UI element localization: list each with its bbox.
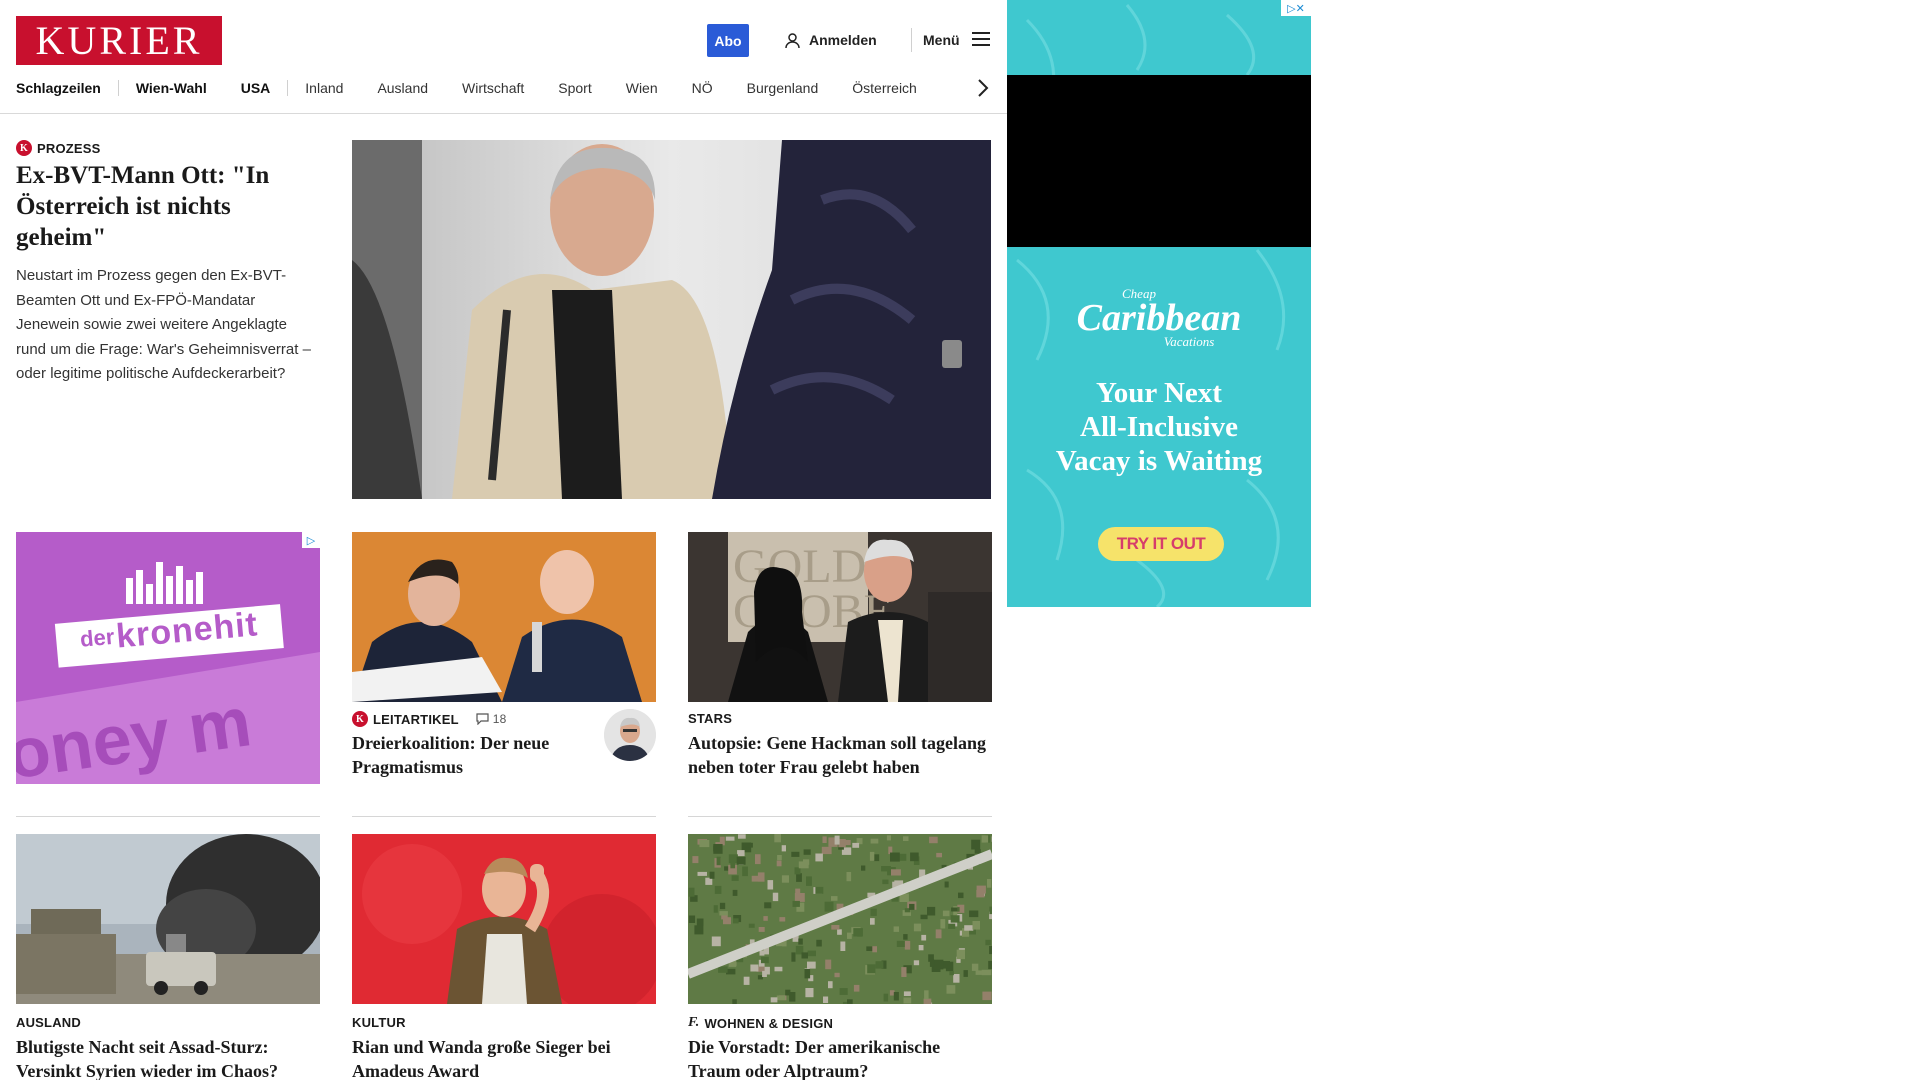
page: KURIER Abo Anmelden Menü Schlagzeilen Wi…	[0, 0, 1920, 1080]
login-button[interactable]: Anmelden	[784, 29, 877, 51]
card-image-vorstadt[interactable]	[688, 834, 992, 1004]
kurier-plus-icon: K	[16, 140, 32, 156]
lead-image[interactable]	[352, 140, 991, 499]
card-image-amadeus[interactable]	[352, 834, 656, 1004]
comment-icon	[476, 713, 489, 725]
chevron-right-icon[interactable]	[975, 78, 991, 98]
hamburger-icon	[971, 31, 990, 49]
caribbean-headline: Your Next All-Inclusive Vacay is Waiting	[1055, 377, 1263, 477]
nav-item-wien-wahl[interactable]: Wien-Wahl	[119, 80, 224, 96]
comment-count[interactable]: 18	[476, 712, 507, 726]
divider	[352, 816, 656, 817]
card-kicker-kultur[interactable]: KULTUR	[352, 1015, 406, 1030]
caribbean-ad[interactable]: ▷✕ Cheap Caribbean Vacations Your Next A…	[1007, 0, 1311, 607]
card-title-koalition[interactable]: Dreierkoalition: Der neue Pragmatismus	[352, 731, 592, 779]
author-avatar[interactable]	[604, 709, 656, 761]
caribbean-logo: Cheap Caribbean Vacations	[1076, 286, 1242, 349]
card-title-vorstadt[interactable]: Die Vorstadt: Der amerikanische Traum od…	[688, 1035, 992, 1080]
kronehit-ad[interactable]: der kronehit oney m ▷	[16, 532, 320, 784]
divider	[688, 816, 992, 817]
card-kicker-ausland[interactable]: AUSLAND	[16, 1015, 81, 1030]
lead-teaser[interactable]: Neustart im Prozess gegen den Ex-BVT-Bea…	[16, 264, 321, 387]
nav-item-usa[interactable]: USA	[224, 80, 288, 96]
abo-button[interactable]: Abo	[707, 24, 749, 57]
menu-button[interactable]: Menü	[923, 29, 990, 51]
card-title-amadeus[interactable]: Rian und Wanda große Sieger bei Amadeus …	[352, 1035, 656, 1080]
login-label: Anmelden	[809, 32, 877, 48]
kurier-plus-icon: K	[352, 711, 368, 727]
nav-item-oesterreich[interactable]: Österreich	[835, 80, 934, 96]
header-divider	[911, 28, 912, 52]
divider	[16, 816, 320, 817]
section-nav: Schlagzeilen Wien-Wahl USA Inland Auslan…	[16, 76, 934, 100]
nav-item-schlagzeilen[interactable]: Schlagzeilen	[16, 80, 118, 96]
card-image-koalition[interactable]	[352, 532, 656, 702]
nav-item-burgenland[interactable]: Burgenland	[730, 80, 836, 96]
lead-kicker[interactable]: K PROZESS	[16, 140, 101, 156]
nav-item-noe[interactable]: NÖ	[675, 80, 730, 96]
card-kicker-leitartikel[interactable]: K LEITARTIKEL 18	[352, 711, 506, 727]
user-icon	[784, 32, 801, 49]
card-title-hackman[interactable]: Autopsie: Gene Hackman soll tagelang neb…	[688, 731, 992, 779]
lead-kicker-label: PROZESS	[37, 140, 101, 156]
try-it-out-button[interactable]: TRY IT OUT	[1098, 527, 1224, 561]
ad-choices-icon[interactable]: ▷✕	[1281, 0, 1311, 16]
kurier-logo[interactable]: KURIER	[16, 16, 222, 65]
nav-item-ausland[interactable]: Ausland	[360, 80, 445, 96]
card-kicker-wohnen[interactable]: f. WOHNEN & DESIGN	[688, 1015, 833, 1031]
nav-item-wien[interactable]: Wien	[609, 80, 675, 96]
card-title-syrien[interactable]: Blutigste Nacht seit Assad-Sturz: Versin…	[16, 1035, 320, 1080]
freizeit-icon: f.	[688, 1015, 700, 1030]
ad-choices-icon[interactable]: ▷	[302, 532, 320, 548]
menu-label: Menü	[923, 32, 960, 48]
card-image-hackman[interactable]: GOLD GLOBE	[688, 532, 992, 702]
card-image-syrien[interactable]	[16, 834, 320, 1004]
site-header: KURIER Abo Anmelden Menü Schlagzeilen Wi…	[0, 0, 1007, 114]
nav-item-wirtschaft[interactable]: Wirtschaft	[445, 80, 541, 96]
lead-title[interactable]: Ex-BVT-Mann Ott: "In Österreich ist nich…	[16, 160, 321, 253]
card-kicker-stars[interactable]: STARS	[688, 711, 732, 726]
nav-item-inland[interactable]: Inland	[288, 80, 360, 96]
nav-item-sport[interactable]: Sport	[541, 80, 608, 96]
